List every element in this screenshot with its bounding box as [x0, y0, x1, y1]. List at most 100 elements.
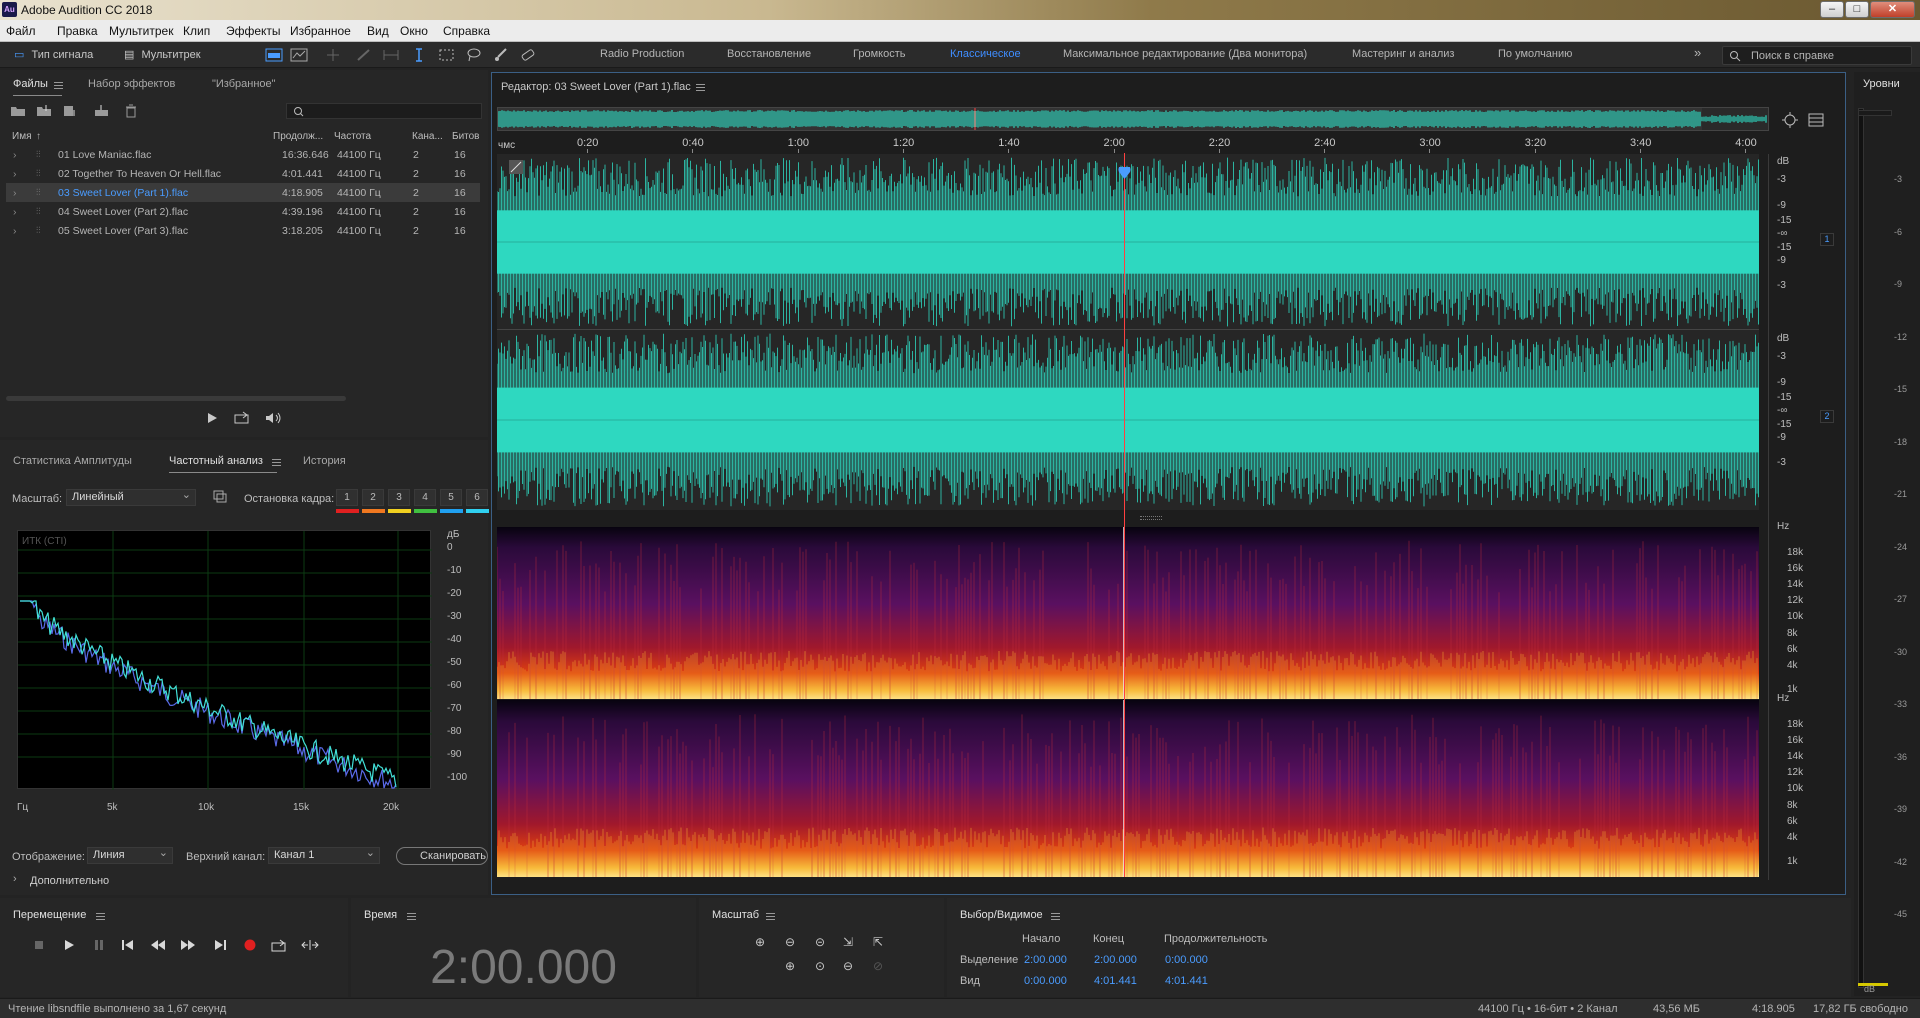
freeze-slot-button[interactable]: 4	[414, 489, 436, 506]
time-selection-tool-icon[interactable]	[410, 47, 428, 63]
healing-brush-icon[interactable]	[519, 47, 537, 63]
time-display[interactable]: 2:00.000	[351, 940, 696, 995]
freeze-slot-button[interactable]: 3	[388, 489, 410, 506]
menu-edit[interactable]: Правка	[57, 24, 98, 38]
help-search-input[interactable]: Поиск в справке	[1722, 46, 1912, 65]
view-end[interactable]: 4:01.441	[1094, 975, 1137, 987]
channel-1-spectrogram[interactable]	[497, 527, 1759, 699]
tab-effects-rack[interactable]: Набор эффектов	[88, 78, 175, 90]
column-bits[interactable]: Битов	[452, 131, 480, 142]
zoom-disabled-icon[interactable]: ⊘	[869, 957, 887, 975]
view-duration[interactable]: 4:01.441	[1165, 975, 1208, 987]
hud-icon[interactable]	[509, 160, 523, 174]
workspace-loudness[interactable]: Громкость	[853, 48, 905, 60]
channel-1-waveform[interactable]	[497, 154, 1759, 330]
channel-2-badge[interactable]: 2	[1820, 410, 1834, 423]
zoom-in-point-icon[interactable]: ⊕	[781, 957, 799, 975]
minimize-button[interactable]: –	[1820, 1, 1844, 18]
scan-button[interactable]: Сканировать	[396, 847, 488, 865]
zoom-out-point-icon[interactable]: ⊖	[839, 957, 857, 975]
zoom-in-amplitude-icon[interactable]: ⊕	[751, 933, 769, 951]
channel-1-badge[interactable]: 1	[1820, 233, 1834, 246]
workspace-overflow-button[interactable]: »	[1694, 45, 1701, 60]
spectral-divider-handle[interactable]	[1140, 516, 1162, 520]
skip-to-start-icon[interactable]	[121, 939, 135, 951]
transport-menu-icon[interactable]	[96, 913, 105, 920]
zoom-graph-icon[interactable]	[213, 490, 227, 504]
chevron-right-icon[interactable]: ›	[13, 187, 17, 199]
playhead-handle[interactable]	[1118, 167, 1131, 180]
menu-view[interactable]: Вид	[367, 24, 389, 38]
files-search-input[interactable]	[286, 103, 482, 119]
column-channels[interactable]: Кана...	[412, 131, 443, 142]
overview-bar[interactable]	[497, 107, 1769, 131]
skip-selection-icon[interactable]	[301, 939, 319, 951]
display-dropdown[interactable]: Линия	[87, 846, 173, 864]
delete-icon[interactable]	[124, 104, 138, 118]
multitrack-view-button[interactable]: ▤ Мультитрек	[124, 46, 224, 64]
move-tool-icon[interactable]	[324, 47, 342, 63]
chevron-right-icon[interactable]: ›	[13, 149, 17, 161]
slip-tool-icon[interactable]	[382, 47, 400, 63]
file-row[interactable]: › ⫶⫶ 02 Together To Heaven Or Hell.flac 4:0…	[6, 164, 480, 183]
autoplay-speaker-icon[interactable]	[264, 411, 284, 425]
editor-menu-icon[interactable]	[696, 84, 705, 91]
column-name[interactable]: Имя	[12, 131, 31, 142]
play-icon[interactable]	[206, 412, 218, 424]
workspace-mastering[interactable]: Мастеринг и анализ	[1352, 48, 1454, 60]
pause-icon[interactable]	[93, 939, 105, 951]
menu-file[interactable]: Файл	[6, 24, 36, 38]
menu-effects[interactable]: Эффекты	[226, 24, 281, 38]
loop-preview-icon[interactable]	[234, 411, 250, 425]
zoom-navigator-icon[interactable]	[1781, 111, 1799, 129]
file-row[interactable]: › ⫶⫶ 03 Sweet Lover (Part 1).flac 4:18.905 4…	[6, 183, 480, 202]
razor-tool-icon[interactable]	[355, 47, 373, 63]
spectral-frequency-icon[interactable]	[265, 47, 283, 63]
marquee-tool-icon[interactable]	[438, 47, 456, 63]
time-menu-icon[interactable]	[407, 913, 416, 920]
menu-multitrack[interactable]: Мультитрек	[109, 24, 173, 38]
brush-tool-icon[interactable]	[492, 47, 510, 63]
chevron-right-icon[interactable]: ›	[13, 206, 17, 218]
chevron-right-icon[interactable]: ›	[13, 873, 17, 885]
tab-frequency-analysis[interactable]: Частотный анализ	[169, 455, 277, 473]
play-icon[interactable]	[63, 939, 75, 951]
analysis-menu-icon[interactable]	[272, 459, 281, 466]
menu-help[interactable]: Справка	[443, 24, 490, 38]
close-button[interactable]: ✕	[1870, 1, 1915, 18]
time-ruler[interactable]: чмс 0:20 0:40 1:00 1:20 1:40 2:00 2:20 2:40 3:00…	[497, 135, 1823, 153]
workspace-default[interactable]: По умолчанию	[1498, 48, 1572, 60]
freeze-slot-button[interactable]: 2	[362, 489, 384, 506]
column-rate[interactable]: Частота	[334, 131, 371, 142]
zoom-in-time-icon[interactable]: ⇲	[839, 933, 857, 951]
channel-dropdown[interactable]: Канал 1	[268, 846, 380, 864]
scale-dropdown[interactable]: Линейный	[66, 488, 196, 506]
selection-duration[interactable]: 0:00.000	[1165, 954, 1208, 966]
zoom-out-full-icon[interactable]: ⊝	[811, 933, 829, 951]
selection-start[interactable]: 2:00.000	[1024, 954, 1067, 966]
chevron-right-icon[interactable]: ›	[13, 168, 17, 180]
zoom-menu-icon[interactable]	[766, 913, 775, 920]
loop-playback-icon[interactable]	[271, 939, 287, 952]
rewind-icon[interactable]	[150, 939, 166, 951]
file-row[interactable]: › ⫶⫶ 05 Sweet Lover (Part 3).flac 3:18.205 4…	[6, 221, 480, 240]
tab-amplitude-stats[interactable]: Статистика Амплитуды	[13, 455, 132, 467]
freeze-slot-button[interactable]: 6	[466, 489, 488, 506]
channel-2-spectrogram[interactable]	[497, 700, 1759, 877]
zoom-out-amplitude-icon[interactable]: ⊖	[781, 933, 799, 951]
file-row[interactable]: › ⫶⫶ 04 Sweet Lover (Part 2).flac 4:39.196 4…	[6, 202, 480, 221]
new-file-icon[interactable]	[62, 104, 78, 118]
import-file-icon[interactable]	[36, 104, 52, 118]
lasso-tool-icon[interactable]	[465, 47, 483, 63]
waveform-view-button[interactable]: ▭ Тип сигнала	[14, 46, 114, 64]
menu-window[interactable]: Окно	[400, 24, 428, 38]
freeze-slot-button[interactable]: 5	[440, 489, 462, 506]
tab-history[interactable]: История	[303, 455, 346, 467]
files-menu-icon[interactable]	[54, 82, 63, 89]
toggle-spectral-icon[interactable]	[1808, 113, 1824, 127]
menu-favorites[interactable]: Избранное	[290, 24, 351, 38]
workspace-max-editing[interactable]: Максимальное редактирование (Два монитор…	[1063, 48, 1307, 60]
maximize-button[interactable]: □	[1845, 1, 1869, 18]
zoom-out-time-icon[interactable]: ⇱	[869, 933, 887, 951]
menu-clip[interactable]: Клип	[183, 24, 210, 38]
